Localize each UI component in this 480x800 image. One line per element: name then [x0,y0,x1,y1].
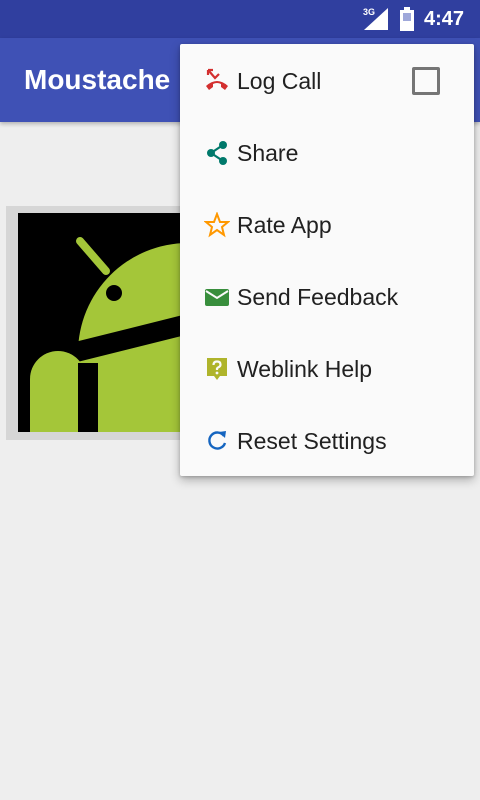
status-time: 4:47 [424,8,465,30]
menu-item-log-call[interactable]: Log Call [180,44,474,116]
menu-item-label: Share [237,140,299,166]
menu-item-share[interactable]: Share [180,116,474,188]
menu-item-weblink-help[interactable]: Weblink Help [180,332,474,404]
email-icon [205,289,229,306]
menu-item-send-feedback[interactable]: Send Feedback [180,260,474,332]
menu-item-label: Log Call [237,68,322,94]
app-title: Moustache [24,64,171,95]
menu-item-label: Rate App [237,212,332,238]
menu-item-label: Weblink Help [237,356,373,382]
help-icon [207,358,227,380]
android-robot-image [18,213,206,432]
menu-item-reset-settings[interactable]: Reset Settings [180,404,474,476]
signal-icon [364,8,388,30]
log-call-checkbox[interactable] [412,67,440,95]
star-outline-icon [204,212,230,238]
menu-item-rate-app[interactable]: Rate App [180,188,474,260]
battery-icon [400,7,414,31]
call-missed-icon [206,68,228,90]
menu-item-label: Send Feedback [237,284,399,310]
android-image-card [6,206,206,440]
refresh-icon [208,431,227,450]
overflow-menu: Log Call Share Rate App Send Feedback We… [180,44,474,476]
menu-item-label: Reset Settings [237,428,387,454]
status-bar: 3G 4:47 [0,0,480,38]
share-icon [207,141,227,165]
